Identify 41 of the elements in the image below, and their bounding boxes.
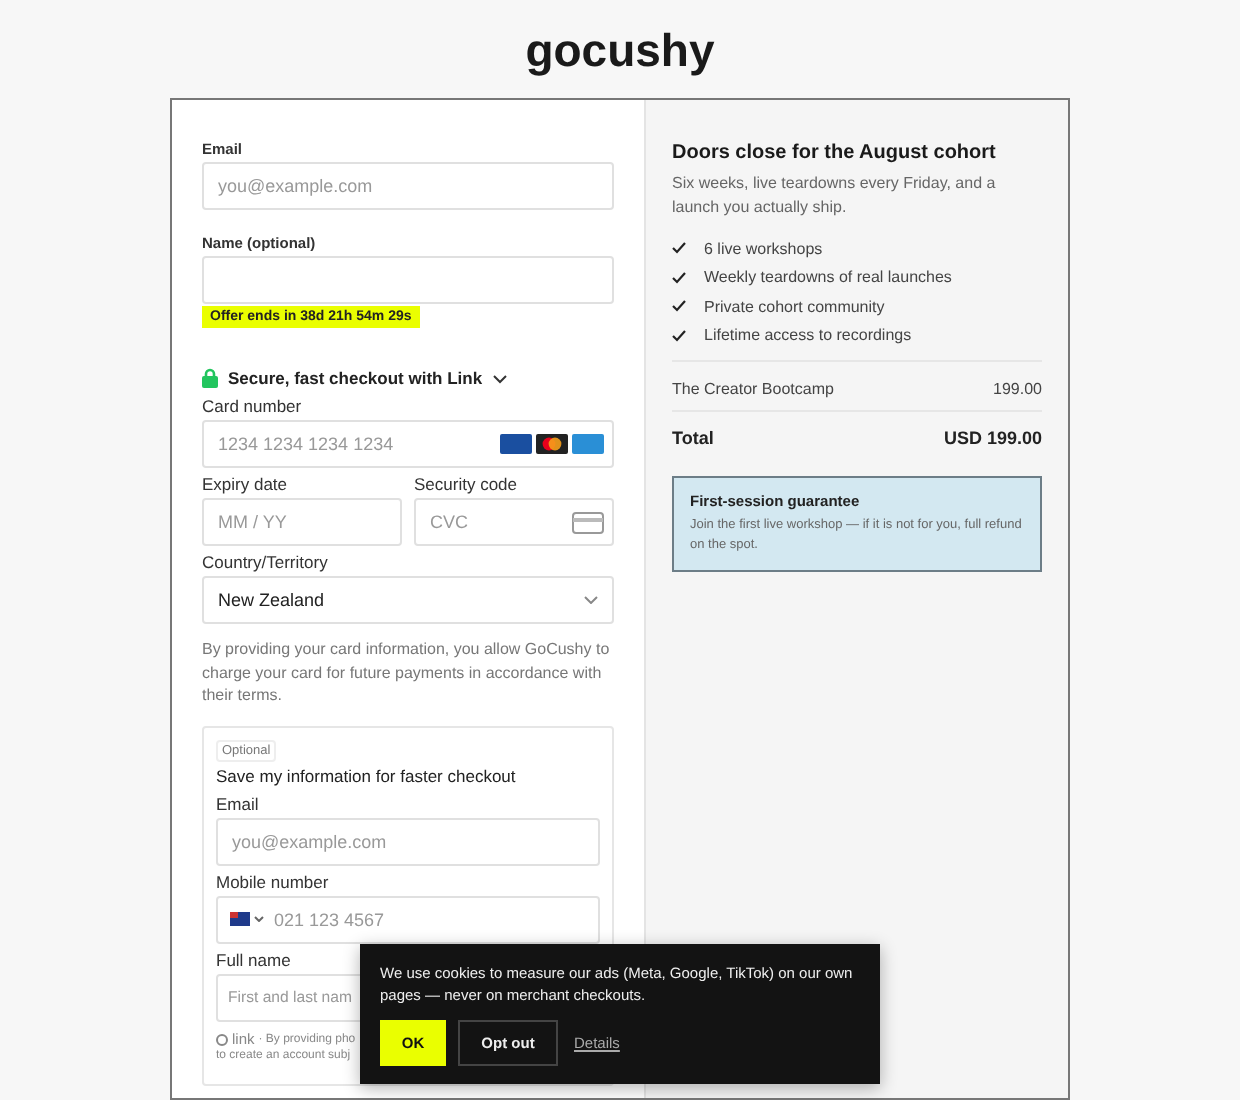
email-field[interactable]: you@example.com (216, 817, 600, 865)
field-label: Security code (414, 476, 519, 494)
line-item-name: The Creator Bootcamp (672, 380, 834, 398)
mastercard-icon (536, 434, 568, 454)
check-icon (672, 329, 686, 342)
chevron-down-icon (492, 373, 509, 383)
lock-icon (202, 368, 218, 388)
summary-subtitle: Six weeks, live teardowns every Friday, and a launch you actually ship. (672, 172, 998, 220)
flag-icon (230, 912, 250, 926)
logo: gocushy (525, 22, 715, 78)
total-amount: USD 199.00 (943, 428, 1042, 448)
line-item-price: 199.00 (993, 380, 1042, 398)
feature-text: Private cohort community (704, 297, 885, 316)
feature-text: Weekly teardowns of real launches (704, 268, 952, 287)
expiry-field[interactable]: MM / YY (202, 498, 402, 546)
check-icon (672, 242, 686, 255)
email-field[interactable]: you@example.com (202, 162, 614, 210)
terms-text: By providing your card information, you allow GoCushy to charge your card for future payments in accordance with their terms. (202, 638, 612, 707)
field-label: Expiry date (202, 476, 290, 494)
link-logo-icon (216, 1033, 228, 1045)
check-icon (672, 300, 686, 313)
field-label: Card number (202, 398, 304, 416)
summary-title: Doors close for the August cohort (672, 142, 998, 164)
link-checkout-toggle[interactable]: Secure, fast checkout with Link (202, 368, 614, 388)
chevron-down-icon (584, 596, 598, 604)
save-info-title: Save my information for faster checkout (216, 765, 518, 785)
total-label: Total (672, 428, 714, 448)
card-back-icon (572, 511, 604, 533)
field-label: Mobile number (216, 873, 331, 891)
card-number-field[interactable]: 1234 1234 1234 1234 (202, 420, 614, 468)
feature-text: 6 live workshops (704, 239, 823, 258)
mobile-field[interactable]: 021 123 4567 (216, 895, 600, 943)
security-code-field[interactable]: CVC (414, 498, 614, 546)
check-icon (672, 271, 686, 284)
country-select[interactable]: New Zealand (202, 576, 614, 624)
field-label: Email (216, 795, 261, 813)
field-label: Country/Territory (202, 554, 330, 572)
name-field[interactable] (202, 256, 614, 304)
field-label: Full name (216, 951, 293, 969)
chevron-down-icon (254, 916, 264, 922)
feature-text: Lifetime access to recordings (704, 326, 912, 345)
